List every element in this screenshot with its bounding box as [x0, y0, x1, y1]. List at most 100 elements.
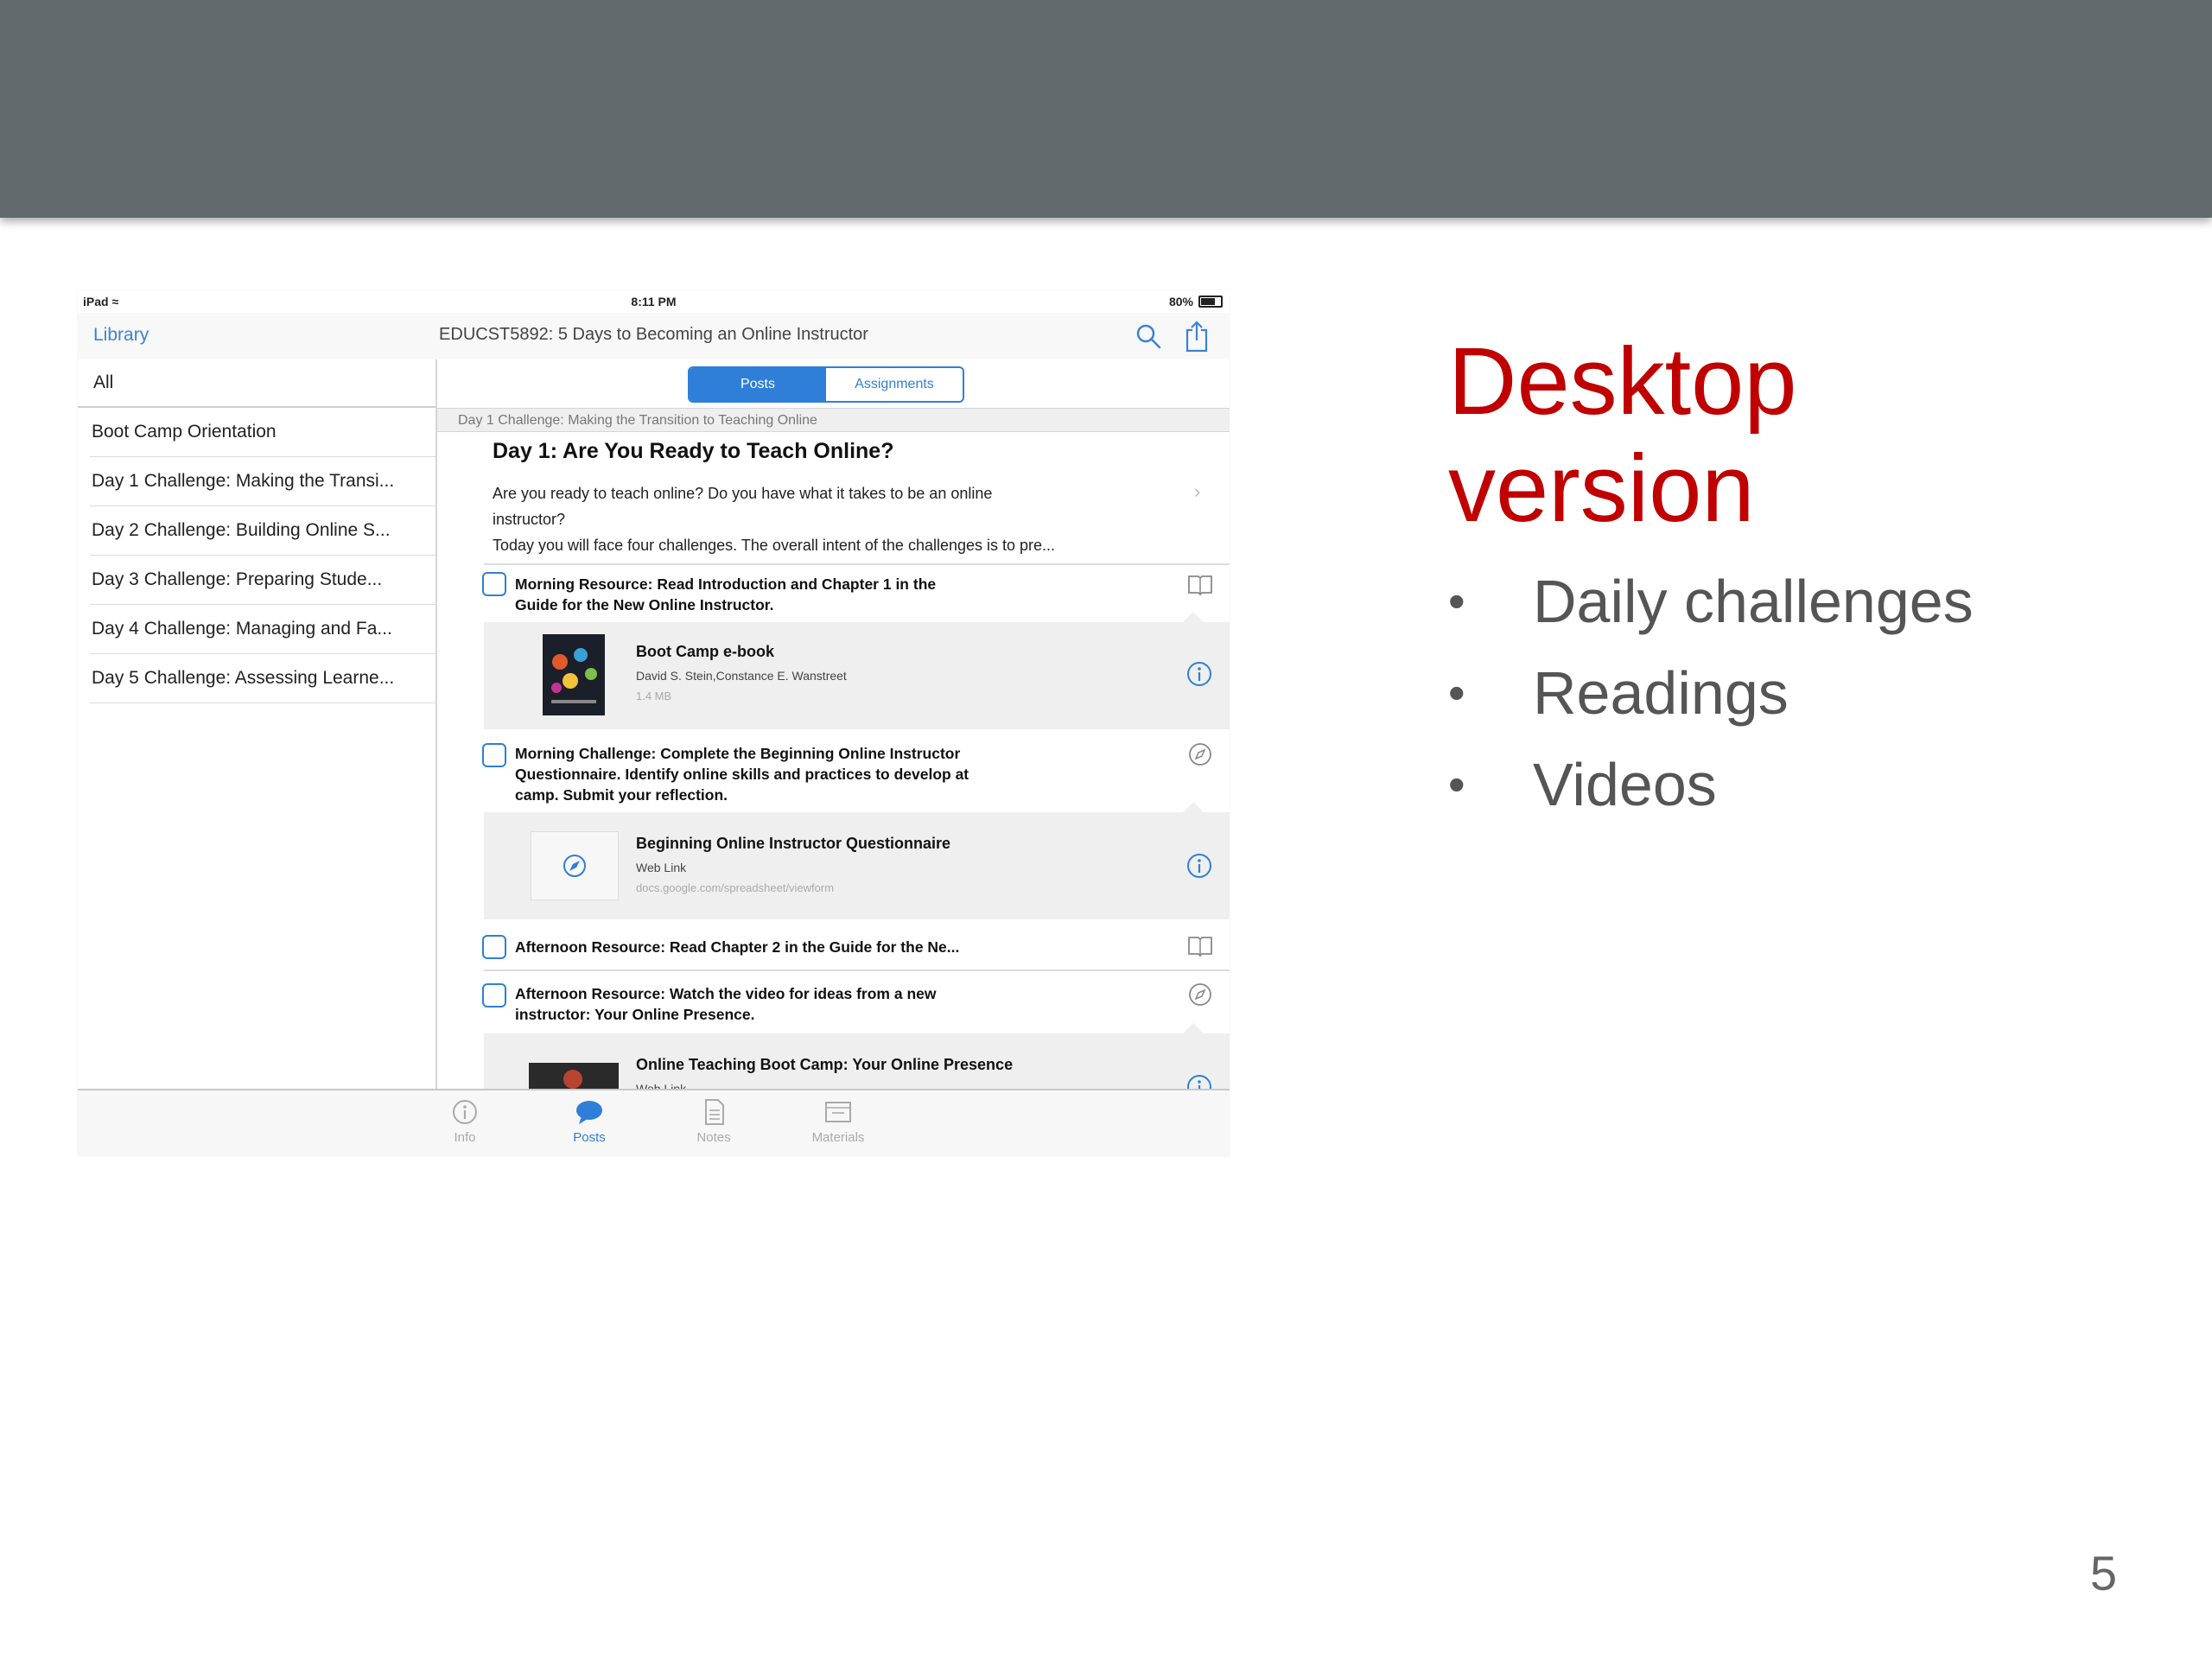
card-type: Web Link	[636, 861, 687, 874]
tab-label: Materials	[811, 1130, 865, 1145]
task-checkbox[interactable]	[482, 935, 506, 959]
slide-header-bar	[0, 0, 2212, 218]
book-icon	[1188, 575, 1212, 596]
resource-card-video[interactable]: Online Teaching Boot Camp: Your Online P…	[484, 1023, 1230, 1089]
sidebar-item-label: Day 5 Challenge: Assessing Learne...	[92, 668, 395, 688]
sidebar-item-day3[interactable]: Day 3 Challenge: Preparing Stude...	[90, 556, 435, 605]
post-body-line: Are you ready to teach online? Do you ha…	[493, 485, 993, 502]
section-header: Day 1 Challenge: Making the Transition t…	[437, 408, 1230, 432]
search-icon[interactable]	[1134, 321, 1163, 351]
task-text-line: Questionnaire. Identify online skills an…	[515, 766, 969, 783]
slide-number: 5	[2089, 1546, 2117, 1600]
tab-materials[interactable]: Materials	[795, 1097, 881, 1145]
status-bar: iPad ≈ 8:11 PM 80%	[78, 290, 1230, 313]
tab-label: Info	[454, 1130, 476, 1145]
heading-line: Desktop	[1448, 328, 1797, 435]
task-text-line: Morning Resource: Read Introduction and …	[515, 575, 937, 593]
post-body-line: instructor?	[493, 511, 566, 528]
task-text-line: instructor: Your Online Presence.	[515, 1006, 755, 1023]
card-url: docs.google.com/spreadsheet/viewform	[636, 881, 835, 894]
compass-icon	[1189, 983, 1211, 1006]
card-pointer	[1183, 612, 1204, 622]
sidebar-item-label: Boot Camp Orientation	[92, 422, 276, 442]
card-pointer	[1183, 802, 1204, 812]
sidebar-item-all[interactable]: All	[78, 359, 435, 408]
card-type: Web Link	[636, 1082, 687, 1089]
task-afternoon-reading[interactable]: Afternoon Resource: Read Chapter 2 in th…	[515, 937, 959, 957]
tab-notes[interactable]: Notes	[671, 1097, 757, 1145]
task-afternoon-video[interactable]: Afternoon Resource: Watch the video for …	[515, 983, 936, 1025]
slide-heading: Desktop version	[1448, 328, 2105, 543]
segment-assignments[interactable]: Assignments	[826, 368, 963, 401]
bullet-item: Videos	[1448, 743, 1974, 835]
chevron-right-icon[interactable]: ›	[1194, 480, 1200, 503]
bullet-item: Daily challenges	[1448, 560, 1974, 652]
posts-assignments-segment: Posts Assignments	[688, 366, 964, 403]
task-morning-resource[interactable]: Morning Resource: Read Introduction and …	[515, 574, 936, 615]
post-title[interactable]: Day 1: Are You Ready to Teach Online?	[493, 439, 893, 464]
task-text-line: camp. Submit your reflection.	[515, 786, 728, 804]
share-icon[interactable]	[1184, 320, 1210, 353]
sidebar-item-orientation[interactable]: Boot Camp Orientation	[90, 408, 435, 457]
sidebar-item-day4[interactable]: Day 4 Challenge: Managing and Fa...	[90, 605, 435, 654]
task-text-line: Guide for the New Online Instructor.	[515, 596, 774, 613]
sidebar-item-day1[interactable]: Day 1 Challenge: Making the Transi...	[90, 457, 435, 506]
video-presenter-shape	[563, 1070, 582, 1089]
tab-label: Posts	[573, 1130, 606, 1145]
sidebar-item-day2[interactable]: Day 2 Challenge: Building Online S...	[90, 506, 435, 556]
sidebar-item-label: Day 3 Challenge: Preparing Stude...	[92, 569, 383, 589]
card-title: Online Teaching Boot Camp: Your Online P…	[636, 1056, 1014, 1073]
info-icon[interactable]	[1185, 1073, 1213, 1089]
resource-card-ebook[interactable]: Boot Camp e-book David S. Stein,Constanc…	[484, 612, 1230, 729]
info-icon[interactable]	[1185, 660, 1213, 688]
sidebar-item-label: Day 1 Challenge: Making the Transi...	[92, 471, 395, 491]
battery-icon	[1198, 296, 1223, 308]
heading-line: version	[1448, 435, 1755, 542]
tab-posts[interactable]: Posts	[546, 1097, 632, 1145]
sidebar-item-label: Day 4 Challenge: Managing and Fa...	[92, 619, 392, 639]
materials-icon	[825, 1102, 851, 1122]
task-checkbox[interactable]	[482, 743, 506, 767]
tab-label: Notes	[696, 1130, 731, 1145]
resource-card-questionnaire[interactable]: Beginning Online Instructor Questionnair…	[484, 802, 1230, 919]
divider	[484, 563, 1230, 565]
sidebar-item-day5[interactable]: Day 5 Challenge: Assessing Learne...	[90, 654, 435, 703]
sidebar-item-label: Day 2 Challenge: Building Online S...	[92, 520, 391, 540]
card-title: Beginning Online Instructor Questionnair…	[636, 835, 951, 852]
nav-bar: Library EDUCST5892: 5 Days to Becoming a…	[78, 313, 1230, 361]
status-battery: 80%	[1169, 295, 1223, 308]
weblink-thumbnail	[531, 831, 619, 900]
card-pointer	[1183, 1023, 1204, 1033]
task-morning-challenge[interactable]: Morning Challenge: Complete the Beginnin…	[515, 743, 969, 805]
ipad-screenshot: iPad ≈ 8:11 PM 80% Library EDUCST5892: 5…	[78, 290, 1230, 1156]
segment-posts[interactable]: Posts	[690, 368, 826, 401]
card-author: David S. Stein,Constance E. Wanstreet	[636, 669, 847, 683]
notes-icon	[705, 1099, 724, 1125]
divider	[484, 969, 1230, 971]
task-checkbox[interactable]	[482, 572, 506, 596]
info-tab-icon	[453, 1100, 477, 1124]
sidebar-item-label: All	[93, 372, 114, 392]
task-text-line: Morning Challenge: Complete the Beginnin…	[515, 745, 961, 762]
status-time: 8:11 PM	[631, 295, 677, 308]
task-checkbox[interactable]	[482, 983, 506, 1007]
card-title: Boot Camp e-book	[636, 643, 774, 660]
chat-bubble-icon	[576, 1101, 602, 1124]
book-icon	[1188, 937, 1212, 957]
tab-bar: Info Posts Notes Materials	[78, 1089, 1230, 1156]
card-size: 1.4 MB	[636, 690, 672, 702]
post-body[interactable]: Are you ready to teach online? Do you ha…	[493, 480, 1166, 558]
task-text-line: Afternoon Resource: Watch the video for …	[515, 985, 937, 1002]
battery-label: 80%	[1168, 295, 1193, 308]
task-text-line: Afternoon Resource: Read Chapter 2 in th…	[515, 938, 960, 956]
course-title: EDUCST5892: 5 Days to Becoming an Online…	[439, 325, 868, 344]
sidebar: All Boot Camp Orientation Day 1 Challeng…	[78, 359, 437, 1089]
tab-info[interactable]: Info	[422, 1097, 508, 1145]
bullet-item: Readings	[1448, 652, 1974, 743]
ebook-cover-thumbnail	[543, 634, 605, 715]
bullet-list: Daily challenges Readings Videos	[1448, 560, 1974, 835]
safari-compass-icon	[563, 855, 586, 877]
video-thumbnail	[529, 1063, 619, 1089]
info-icon[interactable]	[1185, 852, 1213, 880]
post-body-line: Today you will face four challenges. The…	[493, 537, 1056, 554]
